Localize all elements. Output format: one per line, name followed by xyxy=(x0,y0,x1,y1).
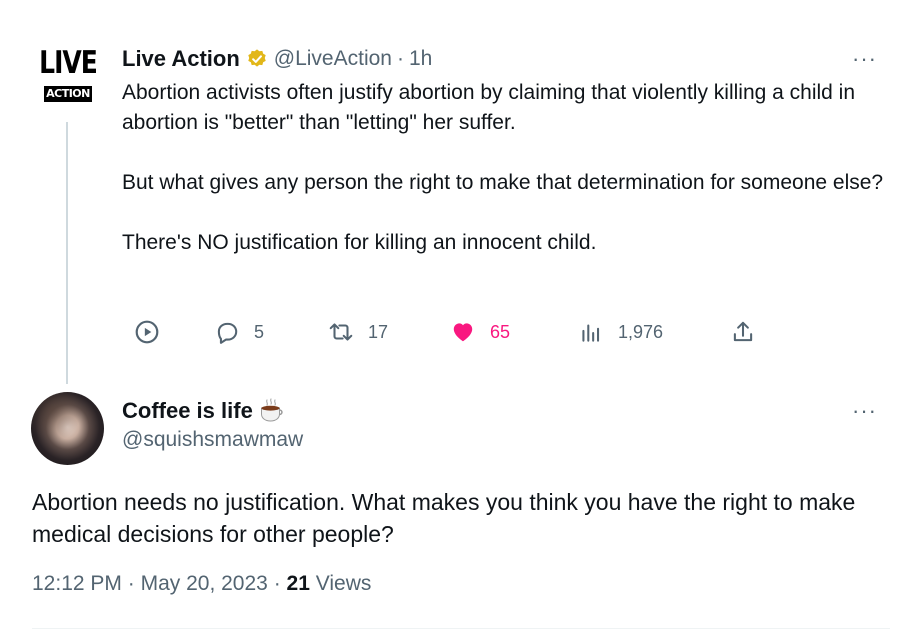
share-button[interactable] xyxy=(730,316,756,348)
tweet1-paragraph: Abortion activists often justify abortio… xyxy=(122,81,856,134)
tweet1-paragraph: There's NO justification for killing an … xyxy=(122,231,597,254)
coffee-cup-icon xyxy=(260,398,283,422)
tweet2-time[interactable]: 12:12 PM xyxy=(32,572,122,595)
tweet2-name-row: Coffee is life xyxy=(122,396,285,426)
retweet-button[interactable]: 17 xyxy=(328,316,388,348)
avatar-photo xyxy=(31,392,104,465)
tweet2-handle[interactable]: @squishsmawmaw xyxy=(122,428,303,452)
dot-separator: · xyxy=(127,572,135,595)
tweet2-author-name[interactable]: Coffee is life xyxy=(122,398,253,424)
reply-icon xyxy=(217,322,238,344)
tweet1-author-name[interactable]: Live Action xyxy=(122,46,240,72)
logo-text-live: LIVE xyxy=(39,44,98,81)
tweet2-text: Abortion needs no justification. What ma… xyxy=(32,489,856,547)
retweet-icon xyxy=(329,323,353,341)
play-button[interactable] xyxy=(134,316,160,348)
divider xyxy=(32,628,890,629)
tweet1-more-options-button[interactable]: ··· xyxy=(852,46,877,72)
tweet1-text: Abortion activists often justify abortio… xyxy=(122,78,892,288)
dot-separator: · xyxy=(396,47,404,70)
logo-text-action: ACTION xyxy=(44,86,92,102)
tweet1-header: Live Action @LiveAction · 1h xyxy=(122,44,432,74)
play-circle-icon xyxy=(135,320,159,344)
avatar[interactable] xyxy=(31,392,104,465)
tweet2-meta: 12:12 PM · May 20, 2023 · 21 Views xyxy=(32,572,371,596)
views-bar-icon xyxy=(582,324,600,342)
views-count: 1,976 xyxy=(618,321,664,342)
retweet-count: 17 xyxy=(368,321,389,342)
reply-button[interactable]: 5 xyxy=(214,316,264,348)
tweet2-views-label: Views xyxy=(315,572,372,595)
dot-separator: · xyxy=(273,572,281,595)
live-action-logo[interactable]: LIVE ACTION xyxy=(32,44,104,116)
tweet1-handle[interactable]: @LiveAction xyxy=(274,47,392,71)
verified-badge-icon[interactable] xyxy=(246,48,268,70)
views-button[interactable]: 1,976 xyxy=(578,316,663,348)
thread-connector-line xyxy=(66,122,68,384)
tweet1-action-bar: 5 17 65 1,976 xyxy=(134,316,774,348)
tweet2-date[interactable]: May 20, 2023 xyxy=(141,572,268,595)
tweet2-views-count[interactable]: 21 xyxy=(287,572,310,595)
heart-filled-icon xyxy=(453,323,473,342)
share-icon xyxy=(733,321,753,342)
tweet1-paragraph: But what gives any person the right to m… xyxy=(122,171,884,194)
tweet2-more-options-button[interactable]: ··· xyxy=(852,398,877,424)
like-count: 65 xyxy=(490,321,511,342)
like-button[interactable]: 65 xyxy=(450,316,510,348)
reply-count: 5 xyxy=(254,321,265,342)
tweet1-time[interactable]: 1h xyxy=(409,47,432,71)
